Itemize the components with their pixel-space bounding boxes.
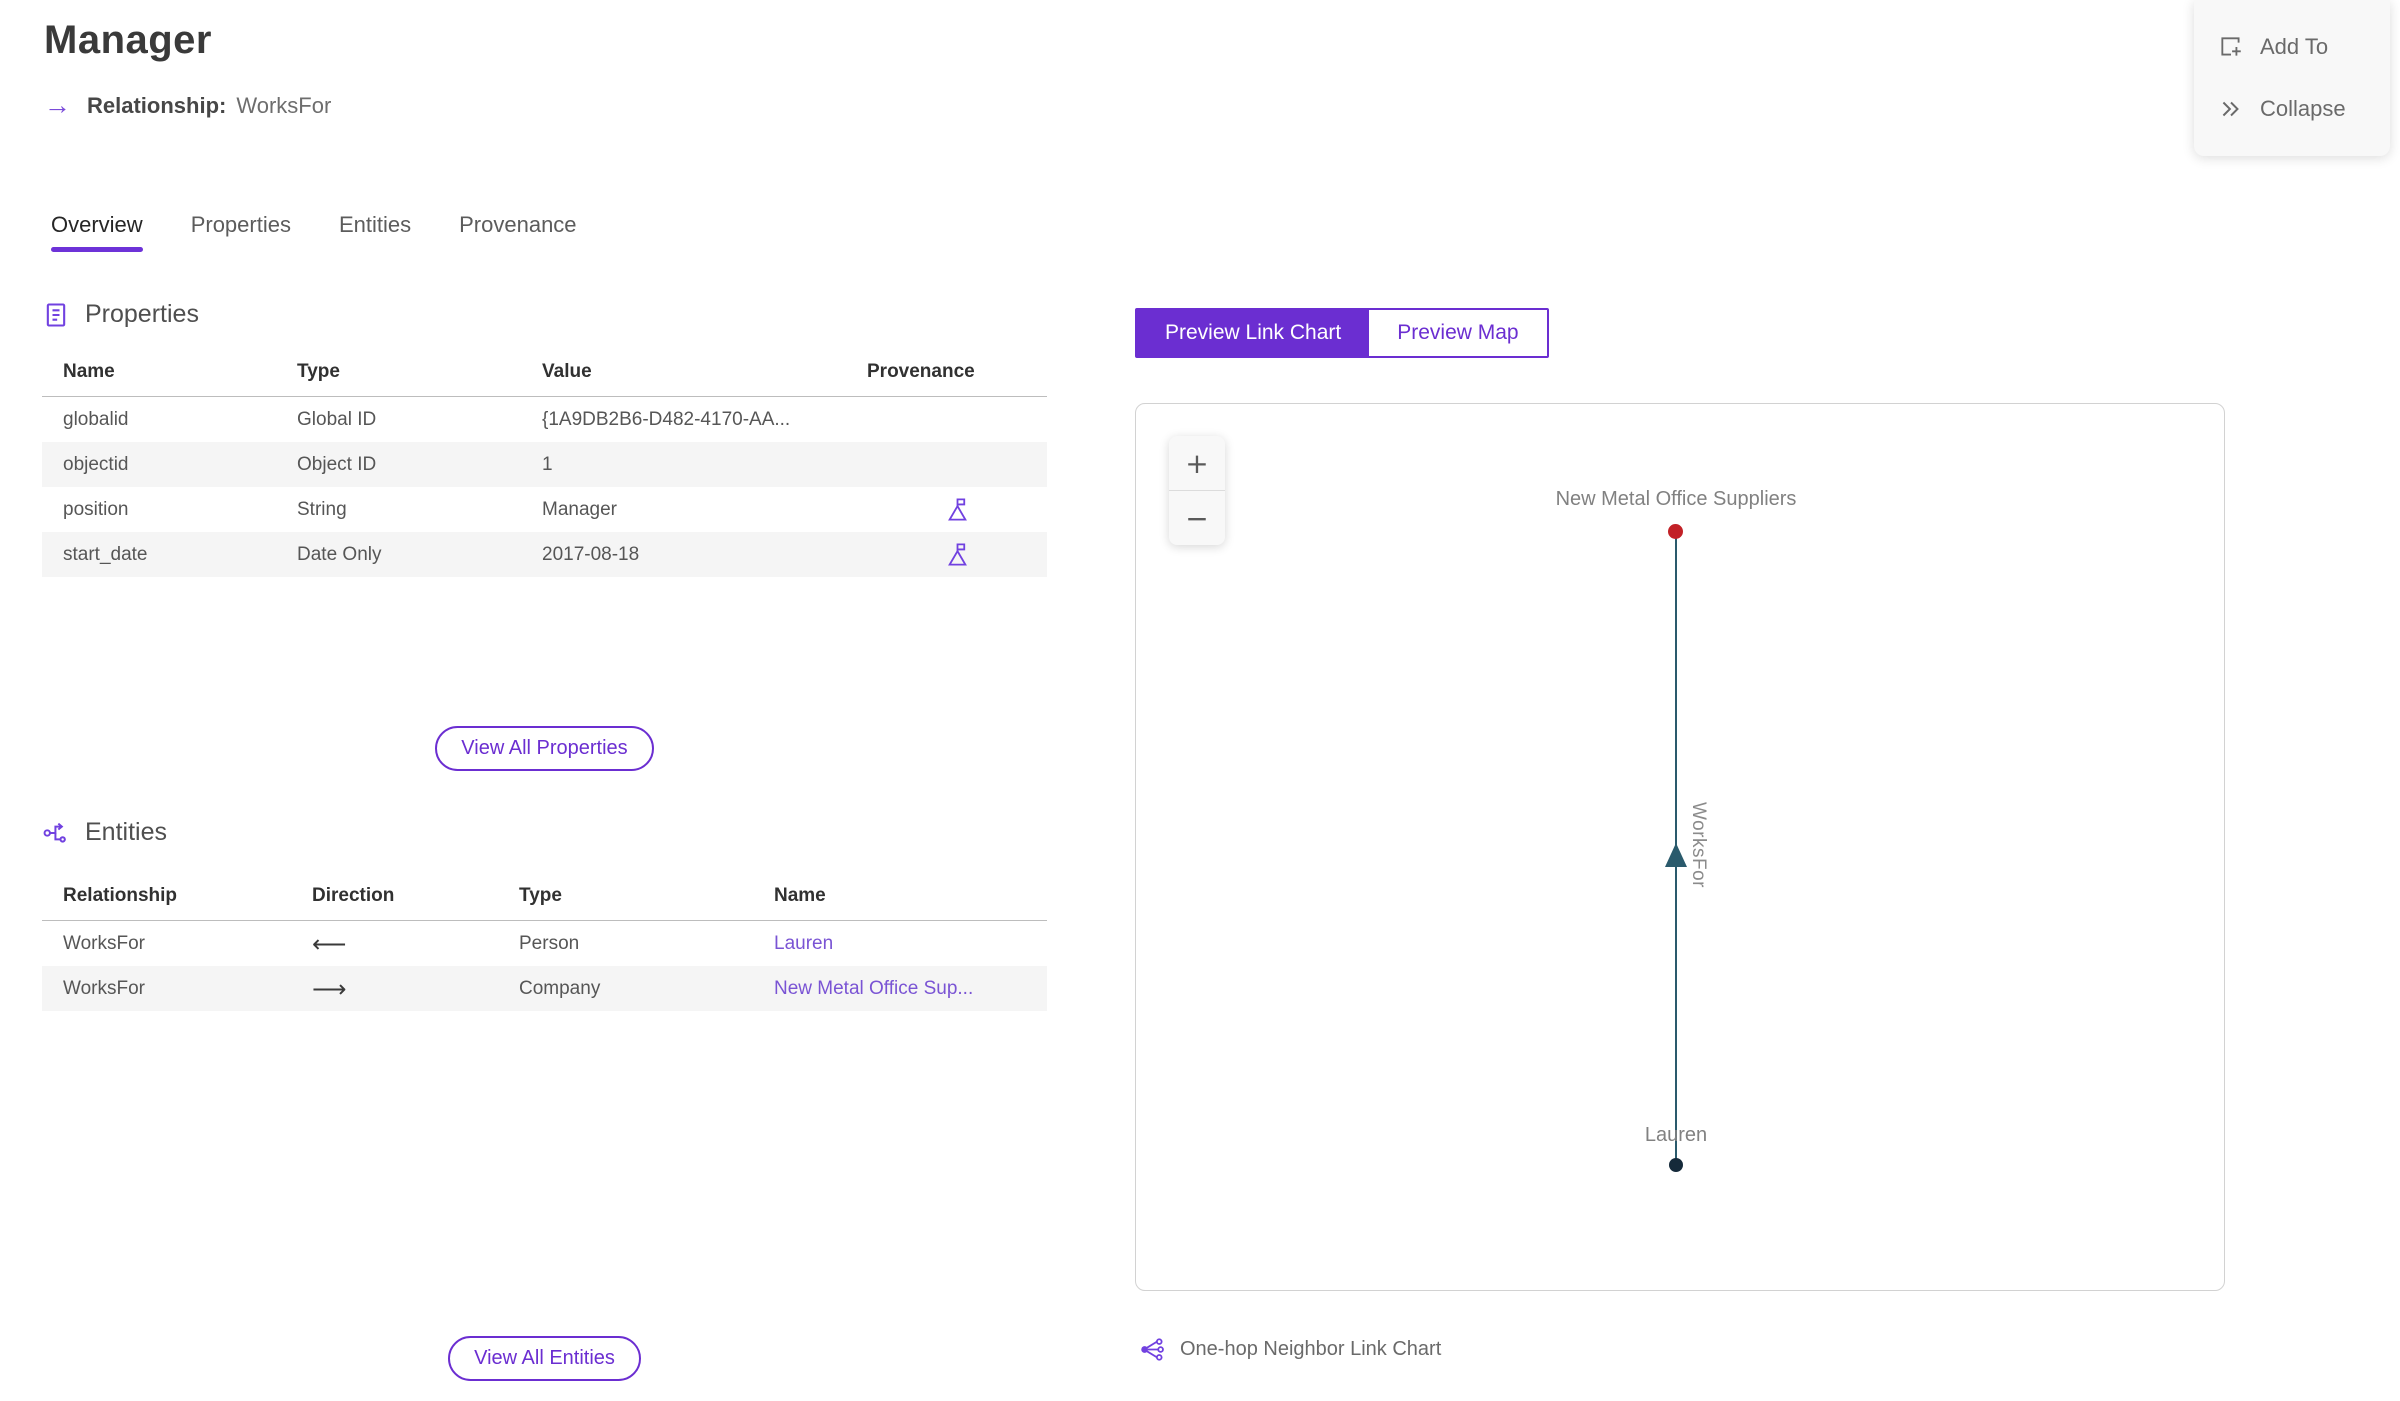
node-label-lauren: Lauren xyxy=(1644,1124,1708,1146)
relationship-arrow-icon: → xyxy=(44,90,71,120)
entity-link-company[interactable]: New Metal Office Sup... xyxy=(774,978,973,999)
col-type: Type xyxy=(519,885,562,906)
entity-type: Company xyxy=(519,977,601,999)
properties-section-title: Properties xyxy=(85,300,199,328)
table-row: WorksFor ⟵ Person Lauren xyxy=(42,921,1047,966)
prop-name: position xyxy=(63,498,129,520)
node-lauren[interactable] xyxy=(1669,1158,1683,1172)
add-to-button[interactable]: Add To xyxy=(2194,26,2390,68)
provenance-flag-icon[interactable] xyxy=(944,496,971,523)
entities-icon xyxy=(43,822,66,843)
tab-overview[interactable]: Overview xyxy=(51,212,143,252)
top-actions-panel: Add To Collapse xyxy=(2194,0,2390,156)
chart-caption: One-hop Neighbor Link Chart xyxy=(1139,1336,1441,1363)
prop-name: start_date xyxy=(63,543,148,565)
tab-properties[interactable]: Properties xyxy=(191,212,291,252)
node-label-company: New Metal Office Suppliers xyxy=(1555,488,1797,510)
collapse-label: Collapse xyxy=(2260,96,2346,121)
prop-type: Date Only xyxy=(297,543,382,565)
prop-type: Global ID xyxy=(297,408,377,430)
edge-direction-arrow-icon xyxy=(1665,843,1687,867)
prop-type: Object ID xyxy=(297,453,377,475)
link-chart-panel[interactable]: + − WorksFor New Metal Office Suppliers … xyxy=(1135,403,2225,1291)
prop-value: 1 xyxy=(542,453,553,475)
properties-section-header: Properties xyxy=(42,300,1047,329)
prop-provenance xyxy=(867,541,1047,568)
direction-arrow-right-icon: ⟶ xyxy=(312,974,347,1003)
tab-entities[interactable]: Entities xyxy=(339,212,411,252)
view-all-entities-button[interactable]: View All Entities xyxy=(448,1336,641,1381)
table-row: globalid Global ID {1A9DB2B6-D482-4170-A… xyxy=(42,397,1047,442)
col-relationship: Relationship xyxy=(63,885,178,906)
col-type: Type xyxy=(297,361,340,382)
col-value: Value xyxy=(542,361,592,382)
prop-type: String xyxy=(297,498,347,520)
prop-value: Manager xyxy=(542,498,617,520)
preview-toggle-group: Preview Link Chart Preview Map xyxy=(1135,308,1549,358)
table-row: objectid Object ID 1 xyxy=(42,442,1047,487)
entities-section-header: Entities xyxy=(42,818,1047,847)
relationship-subtitle: → Relationship: WorksFor xyxy=(44,92,331,119)
entities-table: Relationship Direction Type Name WorksFo… xyxy=(42,885,1047,1011)
relationship-value: WorksFor xyxy=(236,92,332,118)
properties-section: Properties Name Type Value Provenance gl… xyxy=(42,300,1047,577)
tab-provenance[interactable]: Provenance xyxy=(459,212,576,252)
direction-arrow-left-icon: ⟵ xyxy=(312,929,347,958)
add-to-icon xyxy=(2221,37,2241,56)
zoom-control: + − xyxy=(1169,436,1225,545)
edge-label: WorksFor xyxy=(1688,802,1709,888)
properties-icon xyxy=(46,302,66,327)
collapse-icon xyxy=(2222,101,2239,117)
col-direction: Direction xyxy=(312,885,395,906)
properties-table-header: Name Type Value Provenance xyxy=(42,361,1047,397)
prop-name: objectid xyxy=(63,453,129,475)
prop-provenance xyxy=(867,496,1047,523)
tab-bar: Overview Properties Entities Provenance xyxy=(51,212,577,252)
preview-link-chart-button[interactable]: Preview Link Chart xyxy=(1137,310,1370,356)
entity-relationship: WorksFor xyxy=(63,932,145,954)
entities-table-header: Relationship Direction Type Name xyxy=(42,885,1047,921)
properties-table: Name Type Value Provenance globalid Glob… xyxy=(42,361,1047,577)
view-all-properties-button[interactable]: View All Properties xyxy=(435,726,654,771)
entities-section-title: Entities xyxy=(85,818,167,846)
page-title: Manager xyxy=(44,18,212,62)
table-row: position String Manager xyxy=(42,487,1047,532)
col-name: Name xyxy=(774,885,826,906)
table-row: WorksFor ⟶ Company New Metal Office Sup.… xyxy=(42,966,1047,1011)
entity-type: Person xyxy=(519,932,580,954)
preview-map-button[interactable]: Preview Map xyxy=(1369,310,1547,356)
view-all-entities-row: View All Entities xyxy=(42,1336,1047,1381)
relationship-label: Relationship: xyxy=(87,92,227,118)
col-provenance: Provenance xyxy=(867,361,975,382)
chart-caption-label: One-hop Neighbor Link Chart xyxy=(1180,1338,1442,1360)
node-company[interactable] xyxy=(1668,524,1683,539)
zoom-out-button[interactable]: − xyxy=(1169,491,1225,545)
zoom-in-button[interactable]: + xyxy=(1169,436,1225,490)
prop-name: globalid xyxy=(63,408,129,430)
one-hop-link-chart-icon xyxy=(1141,1338,1164,1361)
table-row: start_date Date Only 2017-08-18 xyxy=(42,532,1047,577)
prop-value: 2017-08-18 xyxy=(542,543,640,565)
entity-relationship: WorksFor xyxy=(63,977,145,999)
entities-section: Entities Relationship Direction Type Nam… xyxy=(42,818,1047,1011)
entity-link-lauren[interactable]: Lauren xyxy=(774,933,833,954)
collapse-button[interactable]: Collapse xyxy=(2194,88,2390,130)
prop-value: {1A9DB2B6-D482-4170-AA... xyxy=(542,408,791,430)
view-all-properties-row: View All Properties xyxy=(42,726,1047,771)
provenance-flag-icon[interactable] xyxy=(944,541,971,568)
add-to-label: Add To xyxy=(2260,34,2329,59)
col-name: Name xyxy=(63,361,115,382)
